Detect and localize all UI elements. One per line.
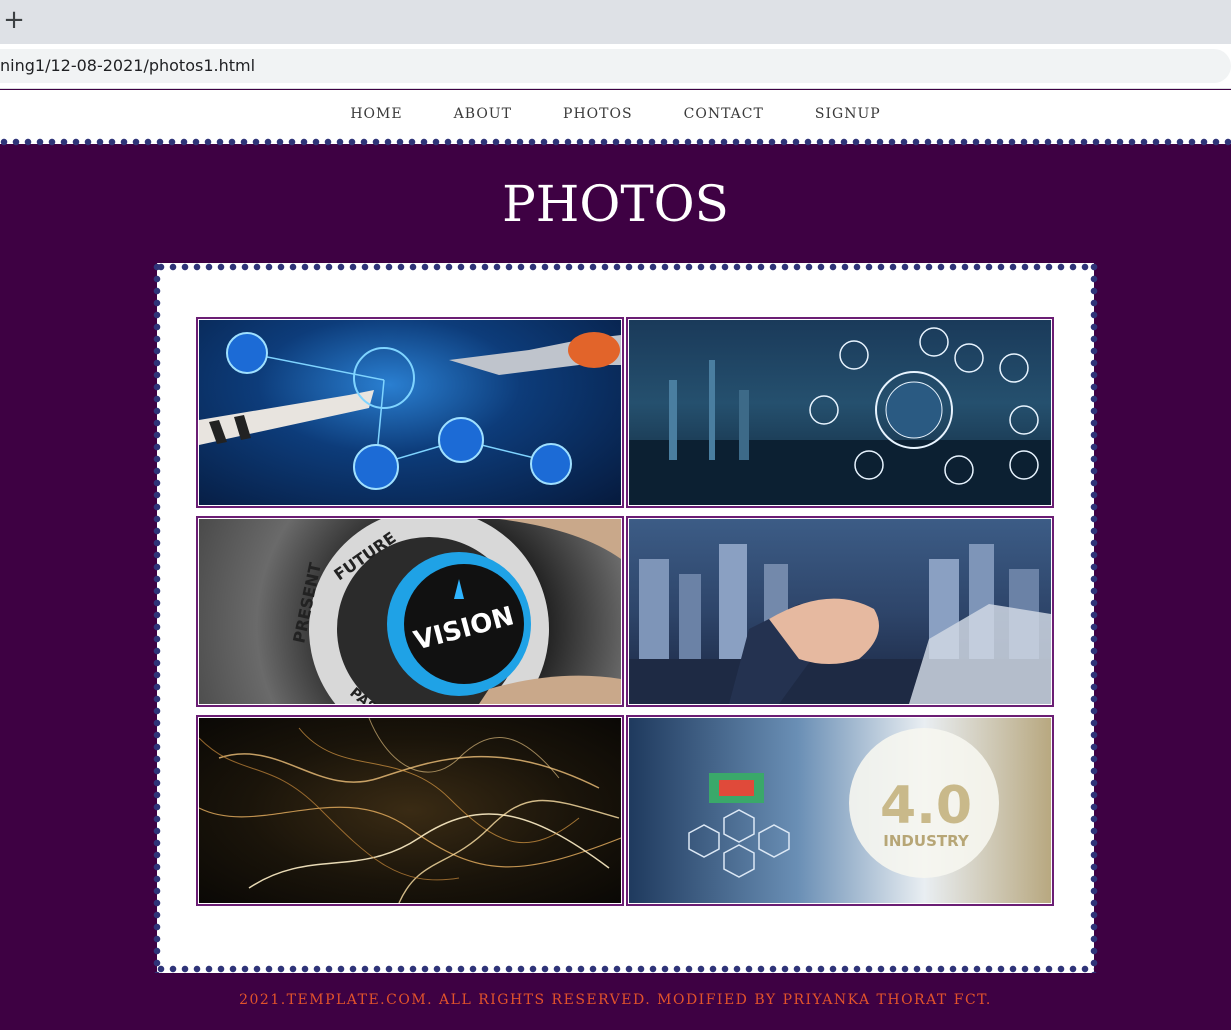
vision-knob-graphic: VISION PRESENT FUTURE PAST (289, 519, 621, 704)
photo-cell-3[interactable]: VISION PRESENT FUTURE PAST (196, 516, 624, 707)
site-nav: HOME ABOUT PHOTOS CONTACT SIGNUP (0, 90, 1231, 146)
nav-scallop-border (0, 138, 1231, 146)
page-title: PHOTOS (502, 175, 729, 233)
light-trails-graphic (199, 718, 621, 903)
url-field[interactable]: ning1/12-08-2021/photos1.html (0, 49, 1231, 83)
industry-sub-text: INDUSTRY (883, 832, 970, 850)
nav-menu: HOME ABOUT PHOTOS CONTACT SIGNUP (0, 90, 1231, 138)
browser-address-bar: ning1/12-08-2021/photos1.html (0, 44, 1231, 89)
industry-network-graphic (629, 327, 1051, 505)
light-trails-photo (199, 718, 621, 903)
photo-cell-4[interactable] (626, 516, 1054, 707)
tech-hands-graphic (199, 332, 621, 490)
panel-scallop-top (157, 263, 1094, 271)
handshake-city-photo (629, 519, 1051, 704)
vision-knob-photo: VISION PRESENT FUTURE PAST (199, 519, 621, 704)
industry-4-graphic: 4.0 INDUSTRY (688, 728, 999, 878)
industry-network-photo (629, 320, 1051, 505)
footer-copyright: 2021.TEMPLATE.COM. ALL RIGHTS RESERVED. … (239, 992, 992, 1008)
nav-item-home[interactable]: HOME (350, 90, 402, 138)
nav-item-about[interactable]: ABOUT (454, 90, 512, 138)
browser-tab-strip: + (0, 0, 1231, 44)
handshake-city-graphic (629, 544, 1051, 704)
photo-grid: VISION PRESENT FUTURE PAST 4.0 INDUSTRY (196, 317, 1056, 907)
photo-cell-5[interactable] (196, 715, 624, 906)
nav-item-photos[interactable]: PHOTOS (563, 90, 633, 138)
tech-hands-photo (199, 320, 621, 505)
nav-item-contact[interactable]: CONTACT (684, 90, 764, 138)
industry-big-text: 4.0 (880, 776, 972, 836)
url-text: ning1/12-08-2021/photos1.html (0, 56, 256, 75)
photo-cell-6[interactable]: 4.0 INDUSTRY (626, 715, 1054, 906)
new-tab-button[interactable]: + (2, 6, 26, 34)
industry-4-photo: 4.0 INDUSTRY (629, 718, 1051, 903)
gallery-panel: VISION PRESENT FUTURE PAST 4.0 INDUSTRY (153, 263, 1098, 973)
panel-scallop-right (1090, 263, 1098, 973)
photo-cell-1[interactable] (196, 317, 624, 508)
panel-scallop-bottom (157, 965, 1094, 973)
nav-item-signup[interactable]: SIGNUP (815, 90, 881, 138)
photo-cell-2[interactable] (626, 317, 1054, 508)
panel-scallop-left (153, 263, 161, 973)
